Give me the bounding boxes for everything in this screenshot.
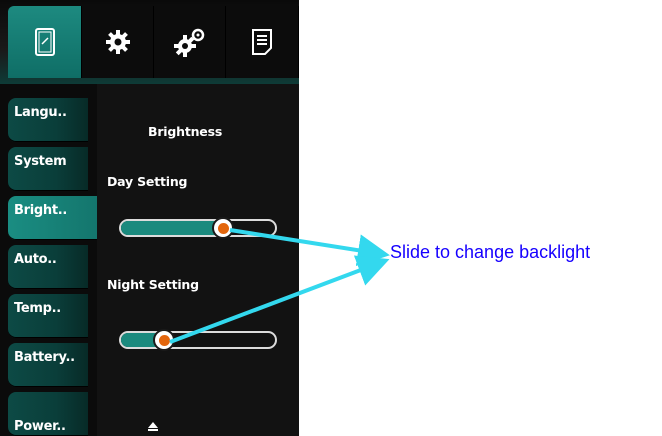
annotation-arrows [169, 228, 390, 344]
arrow-to-night-slider [169, 255, 390, 344]
arrow-to-day-slider [229, 228, 390, 267]
annotation-text: Slide to change backlight [390, 242, 591, 262]
